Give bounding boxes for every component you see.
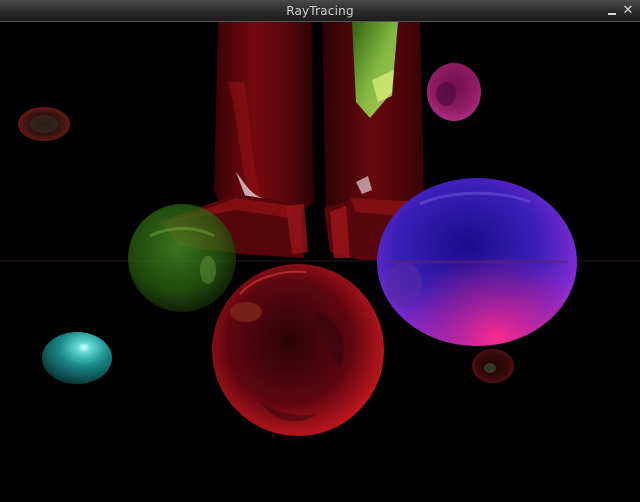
window-title: RayTracing [286, 4, 354, 18]
red-sphere [212, 264, 384, 436]
minimize-icon [608, 13, 616, 15]
green-sphere [128, 204, 236, 312]
teal-sphere [42, 332, 112, 384]
close-button[interactable]: ✕ [620, 3, 636, 19]
dark-red-sphere-left [18, 107, 70, 141]
dark-red-sphere-right [472, 349, 514, 383]
render-canvas [0, 22, 640, 502]
minimize-button[interactable] [604, 3, 620, 19]
close-icon: ✕ [622, 3, 634, 18]
blue-sphere [377, 178, 577, 346]
raytraced-scene [0, 22, 640, 502]
magenta-sphere [427, 63, 481, 121]
window-titlebar[interactable]: RayTracing ✕ [0, 0, 640, 22]
